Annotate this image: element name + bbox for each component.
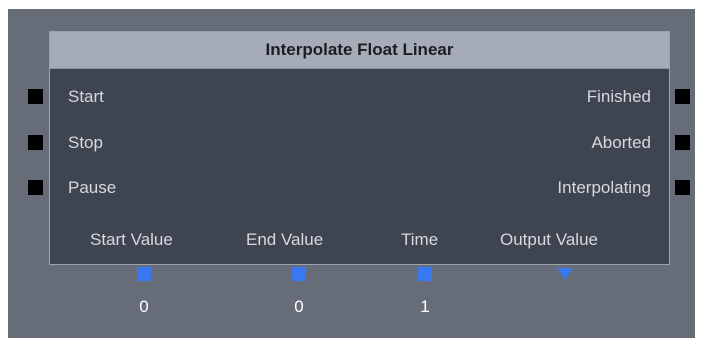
node-title: Interpolate Float Linear <box>265 40 454 59</box>
flow-input-pin-start[interactable] <box>28 89 43 104</box>
variable-input-pin-start-value[interactable] <box>137 267 151 281</box>
variable-output-pin-output-value[interactable] <box>557 268 573 280</box>
flow-output-label-interpolating: Interpolating <box>557 178 651 197</box>
end-value-field[interactable]: 0 <box>284 297 314 317</box>
variable-output-label-output-value: Output Value <box>500 230 598 249</box>
flow-input-label-pause: Pause <box>68 178 117 197</box>
node-title-bar[interactable]: Interpolate Float Linear <box>50 32 669 69</box>
time-value-field[interactable]: 1 <box>410 297 440 317</box>
start-value-field[interactable]: 0 <box>129 297 159 317</box>
variable-input-pin-time[interactable] <box>418 267 432 281</box>
flow-input-pin-stop[interactable] <box>28 135 43 150</box>
flow-input-pin-pause[interactable] <box>28 180 43 195</box>
flow-input-label-start: Start <box>68 87 104 106</box>
variable-input-label-start-value: Start Value <box>90 230 173 249</box>
flow-output-pin-interpolating[interactable] <box>675 180 690 195</box>
variable-input-label-time: Time <box>401 230 439 249</box>
flow-output-pin-finished[interactable] <box>675 89 690 104</box>
flow-output-pin-aborted[interactable] <box>675 135 690 150</box>
flow-output-label-finished: Finished <box>586 87 651 106</box>
variable-input-label-end-value: End Value <box>246 230 324 249</box>
flow-input-label-stop: Stop <box>68 133 103 152</box>
flow-output-label-aborted: Aborted <box>591 133 651 152</box>
variable-input-pin-end-value[interactable] <box>292 267 306 281</box>
